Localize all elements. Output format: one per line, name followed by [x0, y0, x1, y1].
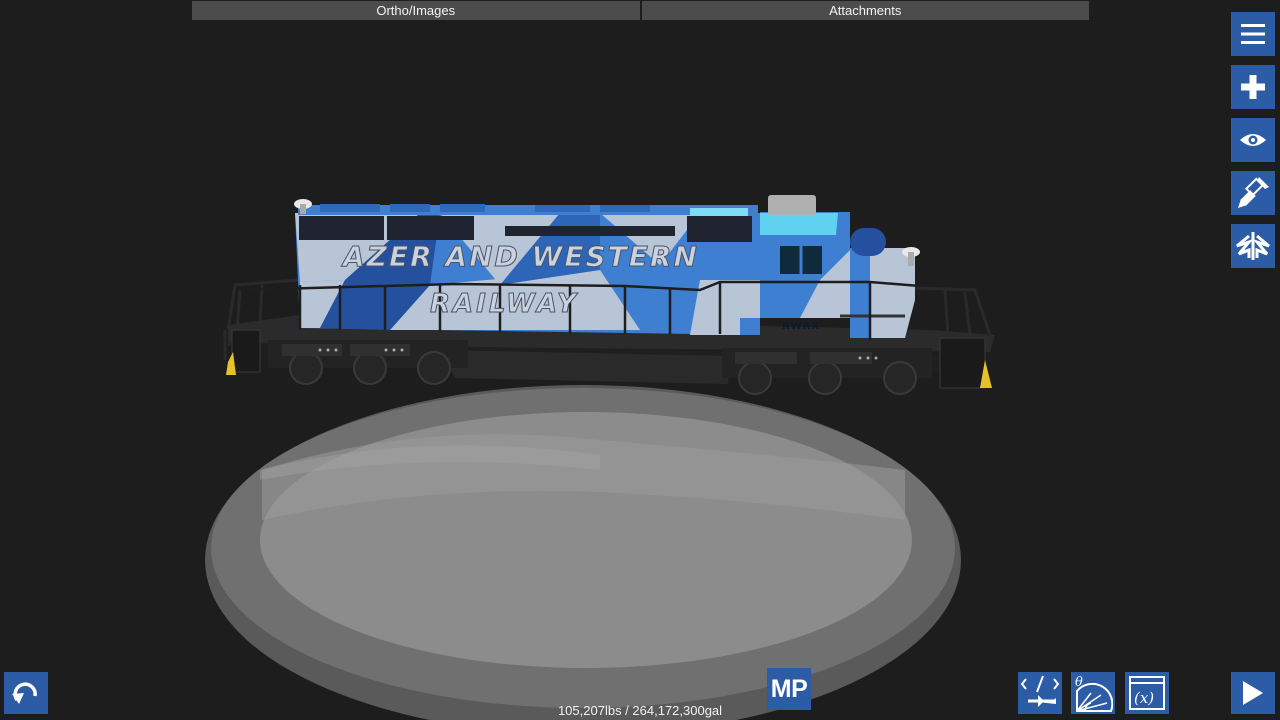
paint-button[interactable] [1231, 171, 1275, 215]
theta-button[interactable]: θ [1071, 672, 1115, 714]
code-plane-icon [1020, 675, 1060, 707]
undo-icon [12, 682, 37, 704]
eye-icon [1240, 134, 1266, 146]
tab-ortho-images[interactable]: Ortho/Images [192, 1, 640, 20]
weight-fuel-stats: 105,207lbs / 264,172,300gal [557, 703, 723, 718]
mp-button[interactable]: MP [767, 668, 811, 710]
front-railing [914, 286, 992, 336]
menu-icon [1241, 24, 1265, 44]
right-toolbar [1231, 12, 1275, 268]
livery-line2: RAILWAY [430, 289, 579, 319]
viewport-3d[interactable]: AZER AND WESTERN RAILWAY RWRX [0, 0, 1280, 720]
play-button[interactable] [1231, 672, 1275, 714]
tab-attachments[interactable]: Attachments [641, 1, 1089, 20]
mp-label: MP [770, 674, 808, 703]
undo-button[interactable] [4, 672, 48, 714]
tab-label: Attachments [829, 3, 902, 18]
wings-button[interactable] [1231, 224, 1275, 268]
plus-icon [1241, 75, 1265, 99]
menu-button[interactable] [1231, 12, 1275, 56]
cab-roof-unit [768, 195, 816, 215]
turntable-platform [205, 385, 961, 720]
svg-text:(x): (x) [1134, 689, 1154, 707]
livery-line1: AZER AND WESTERN [341, 240, 699, 273]
add-part-button[interactable] [1231, 65, 1275, 109]
variables-icon: (x) [1129, 676, 1165, 710]
wings-icon [1236, 232, 1270, 260]
play-icon [1243, 681, 1263, 705]
reporting-mark: RWRX [782, 321, 820, 332]
front-truck [722, 348, 932, 395]
theta-protractor-icon: θ [1075, 675, 1113, 712]
fuel-tank [440, 350, 730, 384]
variables-button[interactable]: (x) [1125, 672, 1169, 714]
rear-truck [268, 340, 468, 385]
view-button[interactable] [1231, 118, 1275, 162]
top-tab-bar: Ortho/Images Attachments [192, 1, 1089, 20]
tab-label: Ortho/Images [376, 3, 456, 18]
locomotive-model[interactable]: AZER AND WESTERN RAILWAY RWRX [223, 195, 995, 395]
bell [850, 228, 886, 256]
code-plane-button[interactable] [1018, 672, 1062, 714]
paintbrush-icon [1238, 177, 1269, 208]
